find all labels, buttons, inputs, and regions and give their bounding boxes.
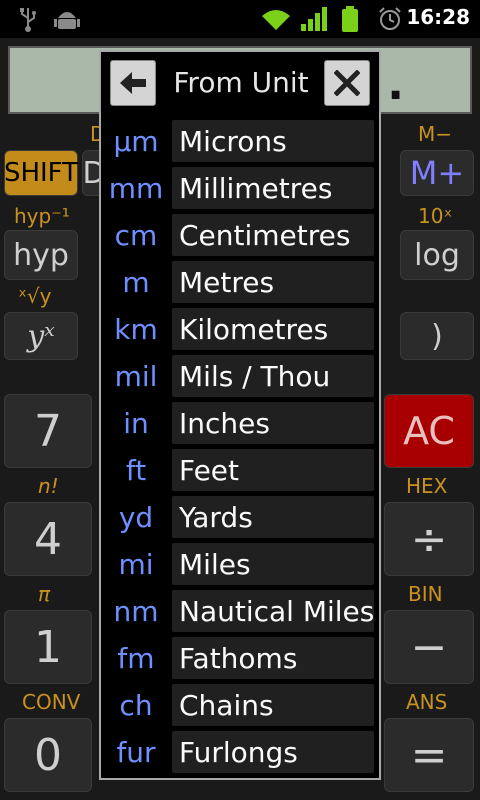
alarm-icon — [379, 7, 401, 30]
dialog-title: From Unit — [173, 66, 309, 99]
m-plus-button[interactable]: M+ — [400, 150, 474, 196]
all-clear-button[interactable]: AC — [384, 394, 474, 468]
m-minus-label: M− — [418, 122, 453, 146]
unit-abbr: yd — [118, 500, 154, 534]
unit-row-mils[interactable]: mil Mils / Thou — [101, 353, 379, 399]
unit-row-furlongs[interactable]: fur Furlongs — [101, 729, 379, 775]
unit-abbr: fm — [117, 641, 155, 675]
unit-name[interactable]: Furlongs — [172, 731, 374, 773]
display-value: . — [387, 59, 404, 110]
close-paren-button[interactable]: ) — [400, 312, 474, 360]
y-power-x-button[interactable]: yˣ — [4, 312, 78, 360]
signal-icon — [301, 7, 327, 31]
unit-row-kilometres[interactable]: km Kilometres — [101, 306, 379, 352]
unit-name[interactable]: Kilometres — [172, 308, 374, 350]
unit-name[interactable]: Microns — [172, 120, 374, 162]
unit-row-feet[interactable]: ft Feet — [101, 447, 379, 493]
unit-abbr: ch — [119, 688, 153, 722]
unit-row-metres[interactable]: m Metres — [101, 259, 379, 305]
unit-name[interactable]: Chains — [172, 684, 374, 726]
pi-label: π — [38, 582, 51, 606]
dialog-header: From Unit — [101, 52, 379, 118]
hyp-button[interactable]: hyp — [4, 230, 78, 280]
divide-button[interactable]: ÷ — [384, 502, 474, 576]
unit-abbr: cm — [114, 218, 158, 252]
hex-label: HEX — [406, 474, 448, 498]
unit-row-yards[interactable]: yd Yards — [101, 494, 379, 540]
unit-row-inches[interactable]: in Inches — [101, 400, 379, 446]
unit-name[interactable]: Millimetres — [172, 167, 374, 209]
unit-name[interactable]: Feet — [172, 449, 374, 491]
unit-abbr: ft — [125, 453, 147, 487]
factorial-label: n! — [38, 474, 59, 498]
unit-abbr: in — [123, 406, 149, 440]
unit-abbr: m — [122, 265, 150, 299]
unit-abbr: mil — [114, 359, 158, 393]
unit-name[interactable]: Fathoms — [172, 637, 374, 679]
unit-abbr: km — [114, 312, 158, 346]
back-arrow-icon — [120, 72, 146, 94]
minus-button[interactable]: − — [384, 610, 474, 684]
unit-row-fathoms[interactable]: fm Fathoms — [101, 635, 379, 681]
unit-abbr: mi — [118, 547, 154, 581]
unit-row-miles[interactable]: mi Miles — [101, 541, 379, 587]
four-button[interactable]: 4 — [4, 502, 92, 576]
seven-button[interactable]: 7 — [4, 394, 92, 468]
bin-label: BIN — [408, 582, 443, 606]
shift-button[interactable]: SHIFT — [4, 150, 78, 196]
zero-button[interactable]: 0 — [4, 718, 92, 792]
unit-name[interactable]: Inches — [172, 402, 374, 444]
from-unit-dialog: From Unit μm Microns mm Millimetres cm C… — [99, 50, 381, 780]
conv-label: CONV — [22, 690, 81, 714]
wifi-icon — [262, 10, 290, 30]
clock: 16:28 — [406, 5, 470, 29]
unit-name[interactable]: Mils / Thou — [172, 355, 374, 397]
unit-name[interactable]: Miles — [172, 543, 374, 585]
unit-row-millimetres[interactable]: mm Millimetres — [101, 165, 379, 211]
unit-name[interactable]: Metres — [172, 261, 374, 303]
unit-name[interactable]: Yards — [172, 496, 374, 538]
unit-row-nautical-miles[interactable]: nm Nautical Miles — [101, 588, 379, 634]
unit-abbr: μm — [113, 124, 159, 158]
unit-abbr: fur — [116, 735, 156, 769]
log-button[interactable]: log — [400, 230, 474, 280]
android-debug-icon — [54, 12, 80, 29]
unit-row-centimetres[interactable]: cm Centimetres — [101, 212, 379, 258]
hyp-inverse-label: hyp⁻¹ — [14, 204, 70, 228]
unit-row-chains[interactable]: ch Chains — [101, 682, 379, 728]
battery-icon — [342, 6, 358, 32]
usb-icon — [20, 8, 36, 32]
ten-power-label: 10ˣ — [418, 204, 453, 228]
unit-row-microns[interactable]: μm Microns — [101, 118, 379, 164]
status-bar: 16:28 — [0, 0, 480, 38]
close-button[interactable] — [324, 60, 370, 106]
unit-name[interactable]: Nautical Miles — [172, 590, 374, 632]
equals-button[interactable]: = — [384, 718, 474, 792]
unit-abbr: nm — [113, 594, 159, 628]
unit-abbr: mm — [108, 171, 164, 205]
unit-name[interactable]: Centimetres — [172, 214, 374, 256]
back-button[interactable] — [110, 60, 156, 106]
one-button[interactable]: 1 — [4, 610, 92, 684]
x-root-y-label: ˣ√y — [18, 284, 52, 308]
ans-label: ANS — [406, 690, 448, 714]
close-icon — [334, 70, 360, 96]
